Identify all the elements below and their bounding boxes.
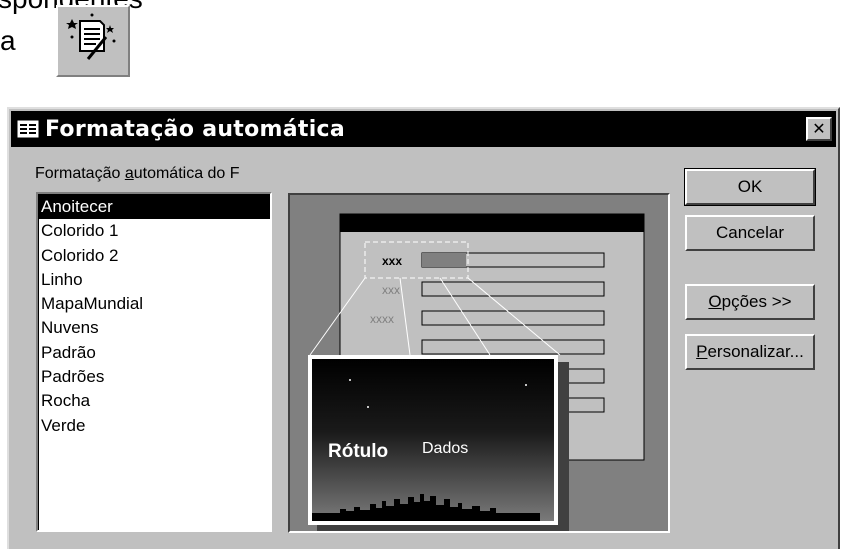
list-item[interactable]: Verde	[38, 414, 270, 438]
autoformat-list-label: Formatação automática do F	[35, 165, 240, 182]
close-icon: ✕	[812, 119, 826, 138]
list-item[interactable]: Linho	[38, 268, 270, 292]
customize-button[interactable]: Personalizar...	[685, 334, 815, 370]
autoformat-wand-icon	[66, 13, 116, 60]
star	[367, 406, 369, 408]
preview-field-label: xxx	[382, 283, 400, 297]
preview-label-text: Rótulo	[328, 441, 388, 462]
star	[525, 384, 527, 386]
preview-field-box	[421, 281, 605, 297]
options-button[interactable]: Opções >>	[685, 284, 815, 320]
list-item[interactable]: MapaMundial	[38, 292, 270, 316]
document-text-line: a	[0, 25, 16, 56]
list-item[interactable]: Padrão	[38, 341, 270, 365]
preview-field-label: xxxx	[370, 312, 394, 326]
list-item[interactable]: Anoitecer	[38, 195, 270, 220]
preview-data-text: Dados	[422, 440, 468, 457]
list-item[interactable]: Rocha	[38, 389, 270, 413]
list-item[interactable]: Padrões	[38, 365, 270, 389]
list-item[interactable]: Colorido 2	[38, 244, 270, 268]
preview-field-box	[421, 310, 605, 326]
preview-canvas: xxx xxx xxxx Rótulo Dados	[308, 213, 645, 531]
cancel-button[interactable]: Cancelar	[685, 215, 815, 251]
ok-button[interactable]: OK	[685, 169, 815, 205]
list-item[interactable]: Colorido 1	[38, 219, 270, 243]
preview-form-titlebar	[340, 214, 644, 232]
close-button[interactable]: ✕	[806, 117, 832, 141]
form-icon	[17, 120, 39, 138]
autoformat-listbox[interactable]: Anoitecer Colorido 1 Colorido 2 Linho Ma…	[36, 192, 272, 532]
list-item[interactable]: Nuvens	[38, 316, 270, 340]
preview-field-box	[421, 339, 605, 355]
dialog-titlebar[interactable]: Formatação automática ✕	[11, 111, 836, 147]
autoformat-toolbar-button[interactable]	[56, 5, 130, 77]
preview-field-label: xxx	[382, 254, 402, 268]
preview-field-highlight	[422, 253, 466, 267]
style-preview: xxx xxx xxxx Rótulo Dados	[288, 193, 670, 533]
dialog-title: Formatação automática	[45, 116, 346, 142]
autoformat-dialog: Formatação automática ✕ Formatação autom…	[7, 107, 840, 549]
star	[349, 379, 351, 381]
